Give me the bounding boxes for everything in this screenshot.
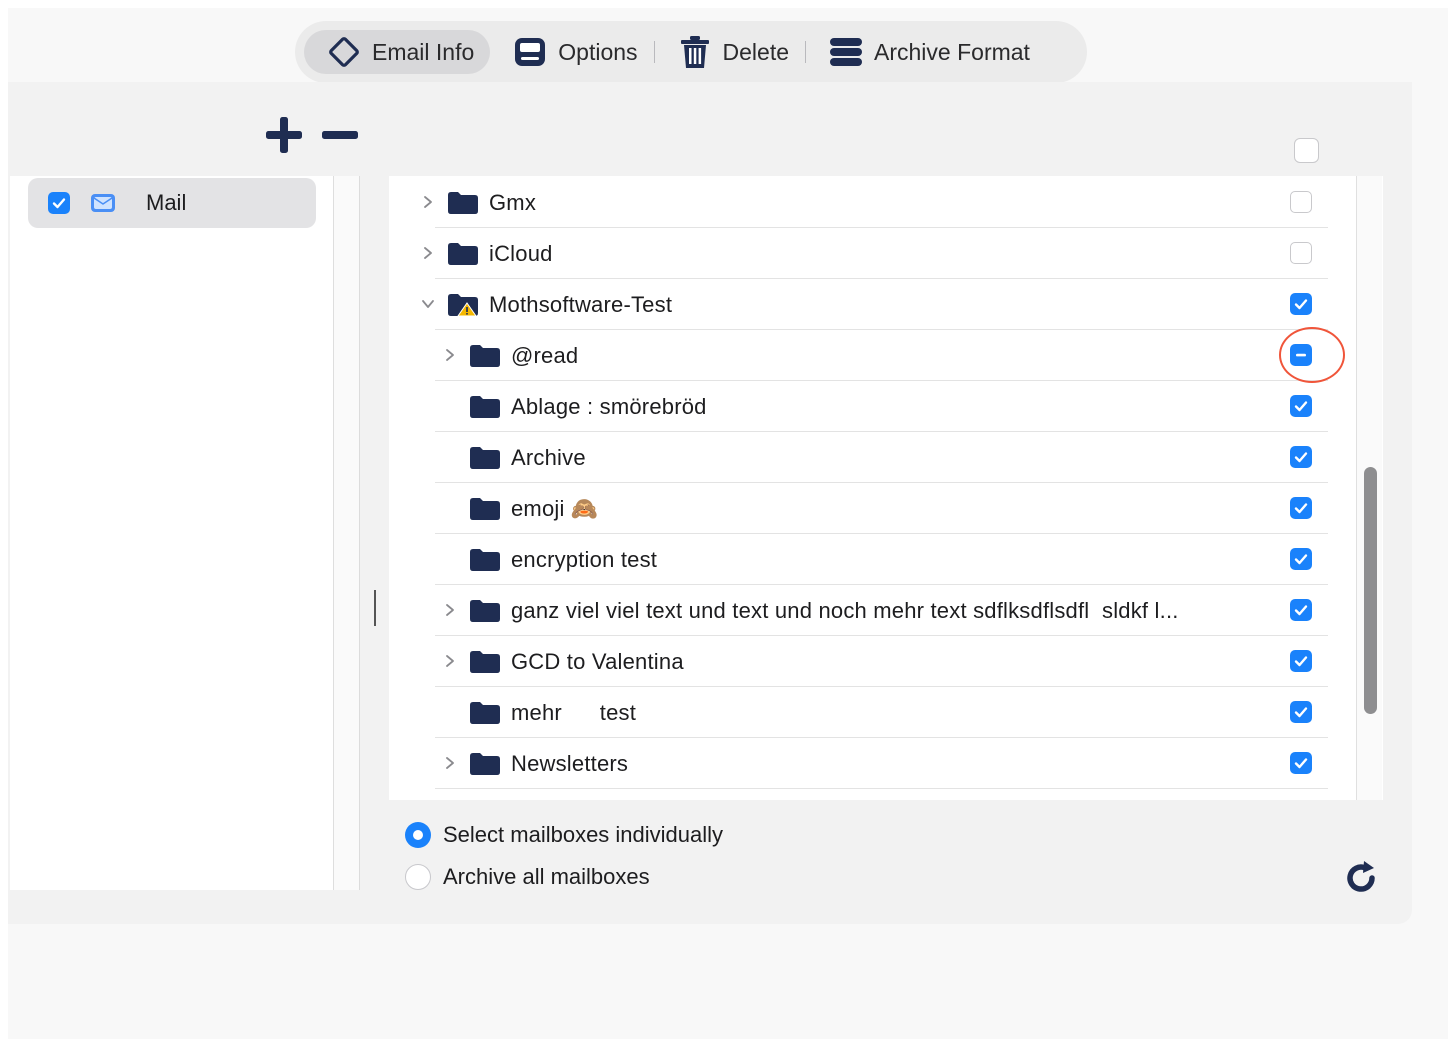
mailbox-name: Ablage : smörebröd <box>511 394 707 419</box>
mailbox-row[interactable]: emoji 🙈 <box>435 483 1328 534</box>
folder-icon <box>469 752 501 776</box>
mail-app-icon <box>90 192 116 214</box>
radio-label: Select mailboxes individually <box>443 822 724 847</box>
mailbox-row[interactable]: Ablage : smörebröd <box>435 381 1328 432</box>
sidebar-item-label: Mail <box>146 190 187 215</box>
mailbox-row[interactable]: Newsletters <box>435 738 1328 789</box>
toolbar: Email Info Options Delete Archive Format <box>295 21 1087 83</box>
mailbox-row[interactable]: Mothsoftware-Test <box>422 279 1328 330</box>
email-info-label: Email Info <box>372 38 475 65</box>
delete-button[interactable]: Delete <box>655 30 805 74</box>
main-panel: Mail Gmx iCloud Mothsoftware-Test @read Abla… <box>8 82 1412 924</box>
mailbox-name: GCD to Valentina <box>511 649 684 674</box>
mailbox-checkbox[interactable] <box>1290 497 1312 519</box>
mailbox-name: iCloud <box>489 241 553 266</box>
chevron-down-icon[interactable] <box>419 295 437 313</box>
chevron-right-icon[interactable] <box>419 193 437 211</box>
trash-icon <box>677 34 713 70</box>
mailbox-row[interactable]: encryption test <box>435 534 1328 585</box>
chevron-right-icon[interactable] <box>441 652 459 670</box>
mailbox-name: emoji 🙈 <box>511 496 599 521</box>
mailbox-name: Archive <box>511 445 586 470</box>
mailbox-name: encryption test <box>511 547 658 572</box>
sidebar-divider <box>334 176 360 890</box>
add-button[interactable] <box>265 116 303 159</box>
folder-icon <box>469 701 501 725</box>
mailbox-checkbox[interactable] <box>1290 599 1312 621</box>
mailbox-checkbox[interactable] <box>1290 752 1312 774</box>
email-info-button[interactable]: Email Info <box>304 30 491 74</box>
mailbox-name: ganz viel viel text und text und noch me… <box>511 598 1179 623</box>
options-button[interactable]: Options <box>490 30 653 74</box>
mailbox-checkbox[interactable] <box>1290 548 1312 570</box>
mailbox-checkbox[interactable] <box>1290 446 1312 468</box>
chevron-right-icon[interactable] <box>441 754 459 772</box>
sidebar-item-mail[interactable]: Mail <box>28 178 316 228</box>
refresh-icon[interactable] <box>1341 858 1381 898</box>
sidebar-item-checkbox[interactable] <box>48 192 70 214</box>
mailbox-name: Gmx <box>489 190 537 215</box>
archive-format-label: Archive Format <box>874 38 1030 65</box>
radio-label: Archive all mailboxes <box>443 864 650 889</box>
mailbox-row[interactable]: Archive <box>435 432 1328 483</box>
mailbox-name: Newsletters <box>511 751 629 776</box>
mailbox-row[interactable]: Gmx <box>424 177 1328 228</box>
mailbox-checkbox[interactable] <box>1290 293 1312 315</box>
mailbox-name: @read <box>511 343 579 368</box>
archive-format-button[interactable]: Archive Format <box>806 30 1046 74</box>
folder-icon <box>447 242 479 266</box>
remove-button[interactable] <box>321 116 359 159</box>
folder-warning-icon <box>447 293 479 317</box>
mailbox-checkbox[interactable] <box>1290 701 1312 723</box>
mailbox-checkbox[interactable] <box>1290 395 1312 417</box>
diamond-icon <box>326 34 362 70</box>
mailbox-row[interactable]: mehr test <box>435 687 1328 738</box>
mailbox-list: Gmx iCloud Mothsoftware-Test @read Ablage : … <box>389 176 1383 800</box>
folder-icon <box>469 446 501 470</box>
folder-icon <box>469 548 501 572</box>
radio-archive-all[interactable]: Archive all mailboxes <box>405 864 650 890</box>
scrollbar-thumb[interactable] <box>1364 467 1377 714</box>
mailbox-row[interactable]: @read <box>435 330 1328 381</box>
folder-icon <box>469 344 501 368</box>
radio-button[interactable] <box>405 822 431 848</box>
select-all-checkbox[interactable] <box>1294 138 1319 163</box>
highlight-ring <box>1279 327 1345 383</box>
folder-icon <box>469 395 501 419</box>
split-view-handle[interactable] <box>374 590 376 626</box>
mailbox-checkbox[interactable] <box>1290 191 1312 213</box>
stack-icon <box>828 34 864 70</box>
mailbox-row[interactable]: ganz viel viel text und text und noch me… <box>435 585 1328 636</box>
chevron-right-icon[interactable] <box>419 244 437 262</box>
mailbox-name: Mothsoftware-Test <box>489 292 673 317</box>
options-icon <box>512 34 548 70</box>
folder-icon <box>447 191 479 215</box>
panel-header <box>8 82 1412 176</box>
radio-button[interactable] <box>405 864 431 890</box>
chevron-right-icon[interactable] <box>441 601 459 619</box>
mailbox-checkbox[interactable] <box>1290 650 1312 672</box>
mailbox-checkbox[interactable] <box>1290 242 1312 264</box>
mailbox-row[interactable]: iCloud <box>424 228 1328 279</box>
chevron-right-icon[interactable] <box>441 346 459 364</box>
radio-select-individually[interactable]: Select mailboxes individually <box>405 822 723 848</box>
delete-label: Delete <box>722 38 790 65</box>
accounts-sidebar: Mail <box>10 176 334 890</box>
folder-icon <box>469 599 501 623</box>
mailbox-name: mehr test <box>511 700 637 725</box>
folder-icon <box>469 497 501 521</box>
options-label: Options <box>558 38 638 65</box>
folder-icon <box>469 650 501 674</box>
app-window: Email Info Options Delete Archive Format <box>8 8 1448 1039</box>
add-remove-controls <box>265 116 359 159</box>
mailbox-row[interactable]: GCD to Valentina <box>435 636 1328 687</box>
